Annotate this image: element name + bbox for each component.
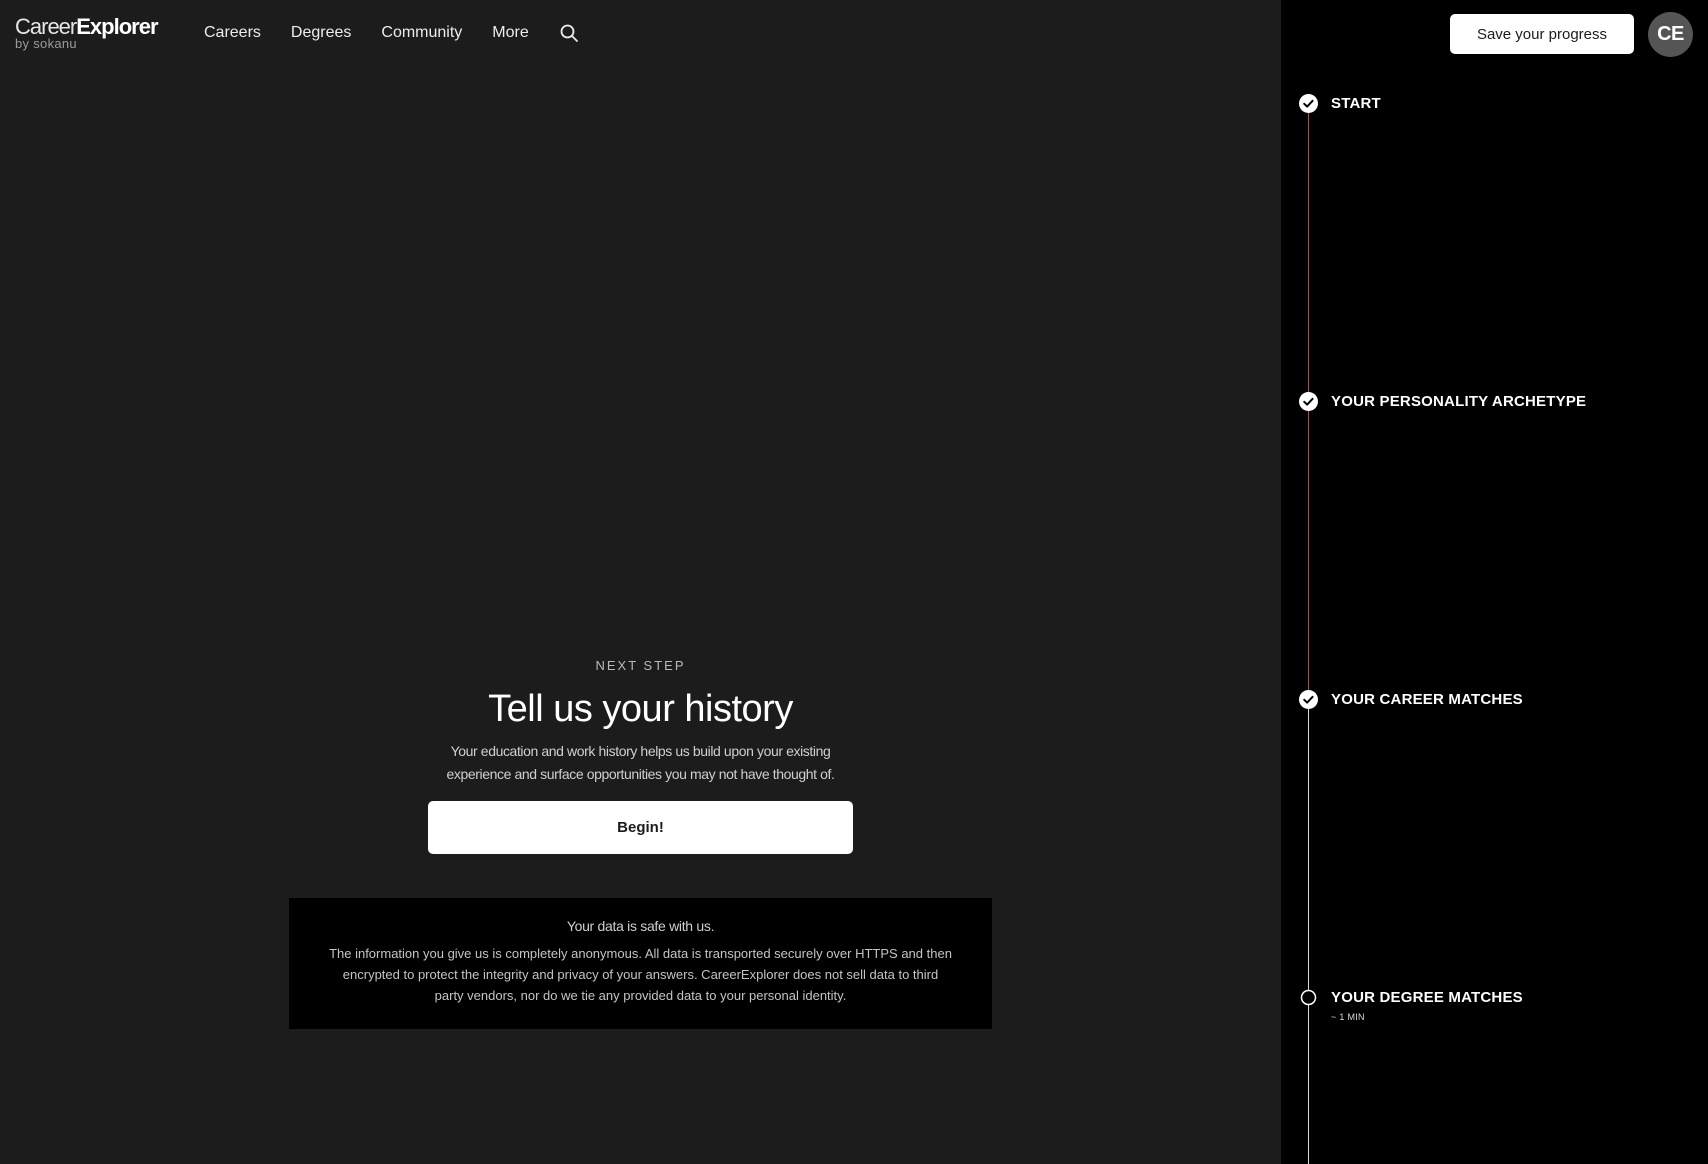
timeline-step-duration: ~ 1 MIN: [1331, 1012, 1365, 1022]
brand-name: CareerExplorer: [15, 16, 175, 38]
nav-link-community[interactable]: Community: [381, 22, 462, 44]
nav-link-degrees[interactable]: Degrees: [291, 22, 351, 44]
search-icon[interactable]: [559, 23, 579, 43]
timeline-step-label: YOUR PERSONALITY ARCHETYPE: [1331, 393, 1587, 410]
avatar[interactable]: CE: [1648, 12, 1693, 57]
timeline-line-pending: [1308, 708, 1309, 1164]
nav-link-careers[interactable]: Careers: [204, 22, 261, 44]
save-progress-button[interactable]: Save your progress: [1450, 14, 1634, 54]
page-description: Your education and work history helps us…: [446, 743, 835, 782]
top-navigation: CareerExplorer by sokanu Careers Degrees…: [0, 0, 1281, 68]
privacy-body: The information you give us is completel…: [329, 946, 952, 1003]
timeline-step-label: YOUR CAREER MATCHES: [1331, 691, 1523, 708]
empty-circle-icon: [1299, 988, 1318, 1007]
brand-subtitle: by sokanu: [15, 36, 77, 51]
next-step-label: NEXT STEP: [595, 658, 686, 673]
privacy-title: Your data is safe with us.: [566, 918, 715, 934]
check-circle-icon: [1299, 690, 1318, 709]
begin-button[interactable]: Begin!: [428, 801, 853, 854]
timeline-step-label: YOUR DEGREE MATCHES: [1331, 989, 1523, 1006]
page-title: Tell us your history: [488, 688, 793, 730]
timeline-step-label: START: [1331, 95, 1381, 112]
progress-panel: Save your progress CE START YOUR PERSONA…: [1281, 0, 1708, 1164]
nav-links: Careers Degrees Community More: [204, 22, 579, 44]
nav-link-more[interactable]: More: [492, 22, 528, 44]
brand-logo[interactable]: CareerExplorer by sokanu: [15, 16, 175, 51]
brand-name-bold: Explorer: [76, 14, 158, 39]
app-root: CareerExplorer by sokanu Careers Degrees…: [0, 0, 1708, 1164]
check-circle-icon: [1299, 392, 1318, 411]
check-circle-icon: [1299, 94, 1318, 113]
privacy-notice: Your data is safe with us. The informati…: [289, 898, 992, 1029]
